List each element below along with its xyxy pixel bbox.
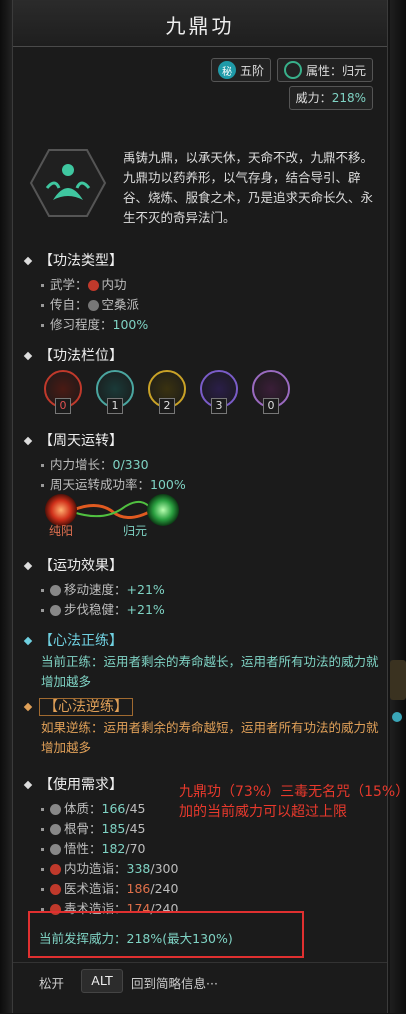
background-right-strip [390,0,406,1013]
req-row-medicine: 医术造诣：186/240 [41,878,178,897]
speed-icon [50,585,61,596]
type-row-progress: 修习程度：100% [41,314,148,333]
background-left-strip [0,0,12,1013]
skill-title: 九鼎功 [165,14,235,38]
type-row-martial: 武学： 内功 [41,274,127,293]
skill-emblem-icon [29,149,107,217]
cycle-left-label: 纯阳 [49,524,74,538]
section-positive-header: 【心法正练】 [23,630,123,650]
rank-chip: 秘 五阶 [210,58,271,82]
secret-icon: 秘 [217,61,236,79]
footer-release-label: 松开 [39,976,65,991]
attribute-label: 属性：归元 [305,63,366,78]
slot-4: 0 [251,370,291,414]
slot-list: 0 1 2 3 0 [43,370,291,414]
power-value: 218% [331,91,366,105]
cycle-right-label: 归元 [123,524,148,538]
medicine-icon [50,884,61,895]
stability-icon [50,605,61,616]
slot-0: 0 [43,370,83,414]
section-cycle-header: 【周天运转】 [23,430,123,450]
guiyuan-node-icon [147,494,179,526]
insight-icon [50,844,61,855]
background-dot-icon [392,712,402,722]
section-negative-header: 【心法逆练】 [23,696,133,716]
power-chip: 威力：218% [288,86,373,110]
inner-skill-icon [50,864,61,875]
skill-description: 禹铸九鼎，以承天休，天命不改，九鼎不移。九鼎功以药养形，以气存身，结合导引、辟谷… [123,150,374,225]
type-row-origin: 传自： 空桑派 [41,294,139,313]
slot-1: 1 [95,370,135,414]
tag-row: 秘 五阶 属性：归元 [210,58,373,82]
section-effect-header: 【运功效果】 [23,555,123,575]
skill-tooltip-panel: 九鼎功 秘 五阶 属性：归元 威力：218% 禹铸九鼎，以承天休，天命不改，九鼎… [12,0,402,1014]
section-slot-header: 【功法栏位】 [23,345,123,365]
attribute-icon [283,61,302,79]
constitution-icon [50,804,61,815]
req-row-bone: 根骨：185/45 [41,818,146,837]
bone-icon [50,824,61,835]
positive-text: 当前正练：运用者剩余的寿命越长，运用者所有功法的威力就增加越多 [41,654,379,689]
section-type-header: 【功法类型】 [23,250,123,270]
title-bar: 九鼎功 [13,0,387,47]
inner-art-icon [87,280,99,291]
alt-key-button[interactable]: ALT [81,969,123,993]
slot-2: 2 [147,370,187,414]
rank-label: 五阶 [239,63,264,78]
req-row-inner: 内功造诣：338/300 [41,858,178,877]
slot-3: 3 [199,370,239,414]
req-row-constitution: 体质：166/45 [41,798,146,817]
annotation-note: 九鼎功（73%）三毒无名咒（15%）加的当前威力可以超过上限 [179,784,403,820]
req-row-insight: 悟性：182/70 [41,838,146,857]
effect-row-stability: 步伐稳健：+21% [41,599,165,618]
cycle-row-rate: 周天运转成功率：100% [41,474,186,493]
background-item-icon [390,660,406,700]
footer-hint: 松开 ALT 回到简略信息··· [13,962,387,1014]
section-requirement-header: 【使用需求】 [23,774,123,794]
cycle-row-growth: 内力增长：0/330 [41,454,149,473]
footer-back-label: 回到简略信息··· [131,976,218,991]
power-label: 威力： [295,91,332,105]
effect-row-speed: 移动速度：+21% [41,579,165,598]
negative-text: 如果逆练：运用者剩余的寿命越短，运用者所有功法的威力就增加越多 [41,720,379,755]
current-power: 当前发挥威力：218%(最大130%) [39,931,233,946]
sect-icon [87,300,99,311]
attribute-chip: 属性：归元 [276,58,373,82]
